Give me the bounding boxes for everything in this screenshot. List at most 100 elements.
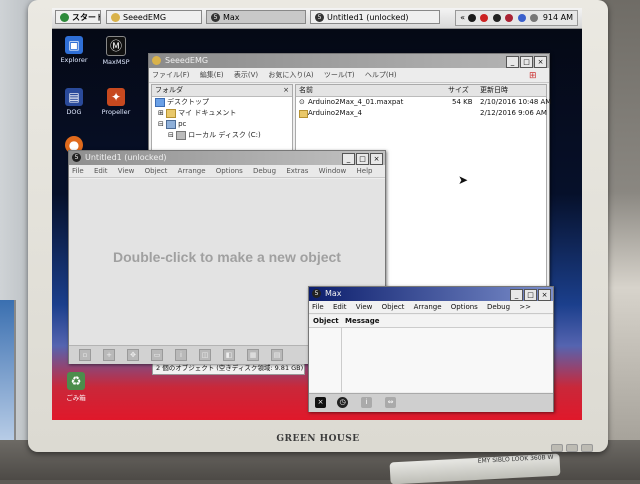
propeller-icon: ✦ <box>107 88 125 106</box>
maximize-button[interactable]: □ <box>356 153 369 165</box>
clock: 914 AM <box>542 13 573 22</box>
menu-arrange[interactable]: Arrange <box>414 303 442 311</box>
new-object-icon[interactable]: + <box>103 349 115 361</box>
menu-file[interactable]: File <box>312 303 324 311</box>
mouse-cursor-icon: ➤ <box>458 173 469 187</box>
snap-icon[interactable]: ◫ <box>199 349 211 361</box>
max-titlebar[interactable]: 5 Max _ □ × <box>309 287 553 301</box>
tree-item-my-documents[interactable]: ⊞ マイ ドキュメント <box>152 108 292 119</box>
column-object[interactable]: Object <box>313 315 339 327</box>
align-icon[interactable]: ◧ <box>223 349 235 361</box>
column-date[interactable]: 更新日時 <box>480 85 508 96</box>
explorer-titlebar[interactable]: SeeedEMG _ □ × <box>149 54 549 68</box>
minimize-button[interactable]: _ <box>342 153 355 165</box>
taskbar-item-seeedemg[interactable]: SeeedEMG <box>106 10 202 24</box>
taskbar: スタート SeeedEMG 5 Max 5 Untitled1 (unlocked)… <box>52 8 582 29</box>
file-row[interactable]: Arduino2Max_4 2/12/2016 9:06 AM <box>296 108 547 119</box>
close-tree-icon[interactable]: × <box>283 85 289 96</box>
menu-debug[interactable]: Debug <box>253 167 276 175</box>
menu-help[interactable]: ヘルプ(H) <box>365 71 397 79</box>
menu-extras[interactable]: Extras <box>286 167 308 175</box>
menu-edit[interactable]: Edit <box>94 167 108 175</box>
tray-icon-6[interactable] <box>530 13 539 22</box>
grid-icon[interactable]: ▦ <box>247 349 259 361</box>
tray-icon-1[interactable] <box>467 13 476 22</box>
menu-object[interactable]: Object <box>382 303 405 311</box>
minimize-button[interactable]: _ <box>506 56 519 68</box>
menu-edit[interactable]: Edit <box>333 303 347 311</box>
minimize-button[interactable]: _ <box>510 289 523 301</box>
patcher-titlebar[interactable]: 5 Untitled1 (unlocked) _ □ × <box>69 151 385 165</box>
desktop-icon-propeller[interactable]: ✦ Propeller <box>96 88 136 116</box>
menu-more[interactable]: >> <box>519 303 531 311</box>
monitor-buttons[interactable] <box>548 437 593 456</box>
maximize-button[interactable]: □ <box>520 56 533 68</box>
info-icon[interactable]: i <box>175 349 187 361</box>
menu-arrange[interactable]: Arrange <box>178 167 206 175</box>
column-name[interactable]: 名前 <box>299 85 313 96</box>
menu-debug[interactable]: Debug <box>487 303 510 311</box>
column-message[interactable]: Message <box>345 315 380 327</box>
taskbar-item-max[interactable]: 5 Max <box>206 10 306 24</box>
menu-file[interactable]: File <box>72 167 84 175</box>
windows-flag-icon <box>60 13 69 22</box>
max-title: Max <box>325 289 342 298</box>
drive-icon <box>176 130 187 140</box>
menu-file[interactable]: ファイル(F) <box>152 71 190 79</box>
menu-tools[interactable]: ツール(T) <box>324 71 355 79</box>
tray-icon-5[interactable] <box>517 13 526 22</box>
tree-item-pc[interactable]: ⊟ pc <box>152 119 292 130</box>
desktop-screen: スタート SeeedEMG 5 Max 5 Untitled1 (unlocked)… <box>52 8 582 420</box>
tray-expand-icon[interactable]: « <box>460 13 465 22</box>
column-size[interactable]: サイズ <box>448 85 469 96</box>
patcher-title: Untitled1 (unlocked) <box>85 153 167 162</box>
folder-icon <box>152 56 161 65</box>
system-tray: « 914 AM <box>455 10 578 26</box>
file-name: Arduino2Max_4_01.maxpat <box>308 98 404 106</box>
column-divider[interactable] <box>341 328 342 392</box>
presentation-icon[interactable]: ▭ <box>151 349 163 361</box>
desktop-icon-maxmsp[interactable]: Ⓜ MaxMSP <box>96 36 136 66</box>
menu-view[interactable]: 表示(V) <box>234 71 258 79</box>
menu-view[interactable]: View <box>356 303 373 311</box>
lock-icon[interactable]: ▫ <box>79 349 91 361</box>
close-button[interactable]: × <box>370 153 383 165</box>
menu-object[interactable]: Object <box>145 167 168 175</box>
link-icon[interactable]: ⇔ <box>385 397 396 408</box>
close-button[interactable]: × <box>534 56 547 68</box>
menu-edit[interactable]: 編集(E) <box>200 71 224 79</box>
explorer-title: SeeedEMG <box>165 56 209 65</box>
menu-view[interactable]: View <box>118 167 135 175</box>
layout-icon[interactable]: ▤ <box>271 349 283 361</box>
taskbar-item-untitled1[interactable]: 5 Untitled1 (unlocked) <box>310 10 440 24</box>
file-icon: ⊙ <box>299 98 305 106</box>
max-icon: 5 <box>211 13 220 22</box>
clock-icon[interactable]: ◷ <box>337 397 348 408</box>
menu-favorites[interactable]: お気に入り(A) <box>268 71 313 79</box>
clear-icon[interactable]: × <box>315 397 326 408</box>
tree-item-local-disk[interactable]: ⊟ ローカル ディスク (C:) <box>152 130 292 141</box>
start-button[interactable]: スタート <box>55 10 101 24</box>
desktop-icon-dog[interactable]: ▤ DOG <box>54 88 94 116</box>
tray-icon-3[interactable] <box>492 13 501 22</box>
tray-icon-2[interactable] <box>480 13 489 22</box>
max-menubar: File Edit View Object Arrange Options De… <box>309 301 553 314</box>
max-icon: Ⓜ <box>106 36 126 56</box>
move-icon[interactable]: ✥ <box>127 349 139 361</box>
explorer-menubar: ファイル(F) 編集(E) 表示(V) お気に入り(A) ツール(T) ヘルプ(… <box>149 68 549 83</box>
menu-help[interactable]: Help <box>357 167 373 175</box>
console-message-list[interactable] <box>309 328 553 392</box>
desktop-icon-explorer[interactable]: ▣ Explorer <box>54 36 94 64</box>
desktop-icon <box>155 97 165 107</box>
desktop-icon-recycle-bin[interactable]: ♻ ごみ箱 <box>56 372 96 402</box>
folder-icon <box>166 108 177 118</box>
menu-window[interactable]: Window <box>319 167 347 175</box>
maximize-button[interactable]: □ <box>524 289 537 301</box>
menu-options[interactable]: Options <box>216 167 243 175</box>
tray-icon-4[interactable] <box>505 13 514 22</box>
info-icon[interactable]: i <box>361 397 372 408</box>
tree-item-desktop[interactable]: デスクトップ <box>152 97 292 108</box>
file-row[interactable]: ⊙ Arduino2Max_4_01.maxpat 54 KB 2/10/201… <box>296 97 551 108</box>
close-button[interactable]: × <box>538 289 551 301</box>
menu-options[interactable]: Options <box>451 303 478 311</box>
